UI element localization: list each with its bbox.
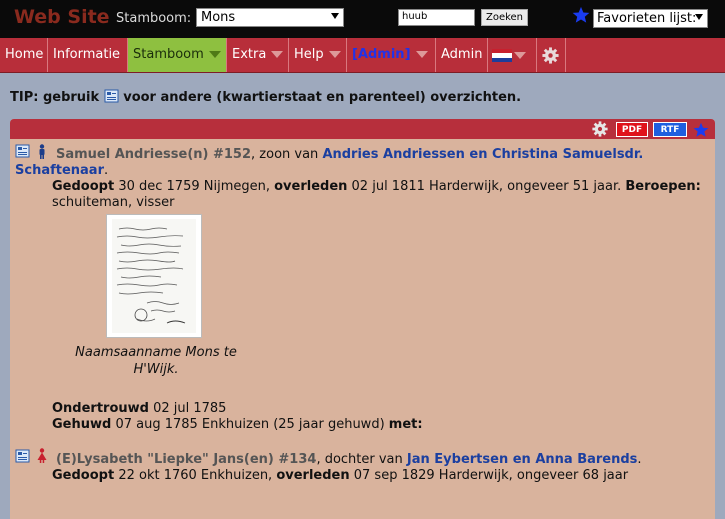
beroepen-label: Beroepen: <box>625 179 701 194</box>
search-input[interactable]: huub <box>398 9 475 26</box>
person2-heading: (E)Lysabeth "Liepke" Jans(en) #134, doch… <box>56 451 642 468</box>
person2-period: . <box>637 452 642 467</box>
person1-events: Gedoopt 30 dec 1759 Nijmegen, overleden … <box>52 178 701 195</box>
person1-heading-line2: Schaftenaar. <box>15 162 108 179</box>
nav-informatie-label: Informatie <box>53 47 121 62</box>
tip-prefix: TIP: gebruik <box>10 90 100 105</box>
dutch-flag-icon <box>492 49 512 62</box>
person1-parents-link[interactable]: Andries Andriessen en Christina Samuelsd… <box>322 147 643 162</box>
nav-settings[interactable] <box>537 38 566 72</box>
person1-heading: Samuel Andriesse(n) #152, zoon van Andri… <box>56 146 643 163</box>
site-title[interactable]: Web Site <box>14 6 110 28</box>
search-button[interactable]: Zoeken <box>481 9 528 26</box>
overleden-value: 02 jul 1811 Harderwijk, ongeveer 51 jaar… <box>347 179 626 194</box>
nav-extra-label: Extra <box>232 47 267 62</box>
stamboom-label: Stamboom: <box>116 11 192 26</box>
favorites-select-value: Favorieten lijst: <box>597 11 697 26</box>
person1-relation: , zoon van <box>251 147 323 162</box>
gehuwd-line: Gehuwd 07 aug 1785 Enkhuizen (25 jaar ge… <box>52 416 423 433</box>
chevron-down-icon <box>208 51 221 58</box>
ondertrouwd-line: Ondertrouwd 02 jul 1785 <box>52 400 226 417</box>
chevron-down-icon <box>271 51 284 58</box>
chevron-down-icon <box>328 51 341 58</box>
star-icon[interactable] <box>693 122 709 138</box>
nav-admin-bracket-label: [Admin] <box>352 47 411 62</box>
nav-language[interactable] <box>488 38 537 72</box>
person2-events: Gedoopt 22 okt 1760 Enkhuizen, overleden… <box>52 467 628 484</box>
stamboom-select[interactable]: Mons <box>196 8 344 27</box>
nav-stamboom-label: Stamboom <box>133 47 204 62</box>
main-nav: Home Informatie Stamboom Extra Help [Adm… <box>0 38 725 73</box>
report-icon <box>104 89 119 107</box>
star-icon[interactable] <box>572 6 590 28</box>
top-bar: Web Site Stamboom: Mons huub Zoeken Favo… <box>0 0 725 38</box>
person1-period: . <box>104 163 109 178</box>
nav-extra[interactable]: Extra <box>227 38 289 72</box>
nav-home-label: Home <box>5 47 44 62</box>
gedoopt-label: Gedoopt <box>52 179 115 194</box>
ondertrouwd-label: Ondertrouwd <box>52 401 149 416</box>
met-label: met: <box>388 417 423 432</box>
chevron-down-icon <box>514 52 526 59</box>
male-icon <box>37 144 47 163</box>
overleden-label: overleden <box>276 468 350 483</box>
nav-admin-label: Admin <box>441 47 483 62</box>
chevron-down-icon <box>415 51 428 58</box>
gedoopt-label: Gedoopt <box>52 468 115 483</box>
person2-relation: , dochter van <box>316 452 407 467</box>
nav-admin[interactable]: Admin <box>436 38 488 72</box>
overleden-value: 07 sep 1829 Harderwijk, ongeveer 68 jaar <box>349 468 629 483</box>
overleden-label: overleden <box>274 179 348 194</box>
panel-header: PDF RTF <box>10 119 715 139</box>
nav-informatie[interactable]: Informatie <box>48 38 128 72</box>
favorites-select[interactable]: Favorieten lijst: <box>593 9 708 28</box>
nav-stamboom[interactable]: Stamboom <box>128 38 227 72</box>
stamboom-select-value: Mons <box>201 10 236 25</box>
pdf-button[interactable]: PDF <box>616 122 648 137</box>
rtf-button[interactable]: RTF <box>653 122 687 137</box>
chevron-down-icon <box>695 14 703 20</box>
nav-home[interactable]: Home <box>0 38 48 72</box>
gedoopt-value: 22 okt 1760 Enkhuizen, <box>114 468 277 483</box>
person1-parents-link-cont[interactable]: Schaftenaar <box>15 163 104 178</box>
nav-help-label: Help <box>294 47 324 62</box>
document-photo[interactable] <box>106 214 202 338</box>
tip-text: TIP: gebruik voor andere (kwartierstaat … <box>10 89 521 107</box>
person1-beroepen: schuiteman, visser <box>52 195 175 210</box>
gehuwd-value: 07 aug 1785 Enkhuizen (25 jaar gehuwd) <box>111 417 389 432</box>
report-icon[interactable] <box>15 144 30 162</box>
female-icon <box>36 448 48 467</box>
gear-icon[interactable] <box>592 121 608 137</box>
nav-help[interactable]: Help <box>289 38 347 72</box>
gehuwd-label: Gehuwd <box>52 417 112 432</box>
person2-parents-link[interactable]: Jan Eybertsen en Anna Barends <box>407 452 638 467</box>
person1-name[interactable]: Samuel Andriesse(n) #152 <box>56 147 251 162</box>
gear-icon <box>542 47 559 64</box>
report-icon[interactable] <box>15 449 30 467</box>
tip-suffix: voor andere (kwartierstaat en parenteel)… <box>123 90 522 105</box>
chevron-down-icon <box>331 13 339 19</box>
photo-caption: Naamsaanname Mons te H'Wijk. <box>75 345 237 377</box>
person-panel: PDF RTF Samuel Andriesse(n) #152, zoon v… <box>10 119 715 519</box>
ondertrouwd-value: 02 jul 1785 <box>148 401 227 416</box>
gedoopt-value: 30 dec 1759 Nijmegen, <box>114 179 275 194</box>
nav-admin-bracket[interactable]: [Admin] <box>347 38 436 72</box>
person2-name[interactable]: (E)Lysabeth "Liepke" Jans(en) #134 <box>56 452 316 467</box>
